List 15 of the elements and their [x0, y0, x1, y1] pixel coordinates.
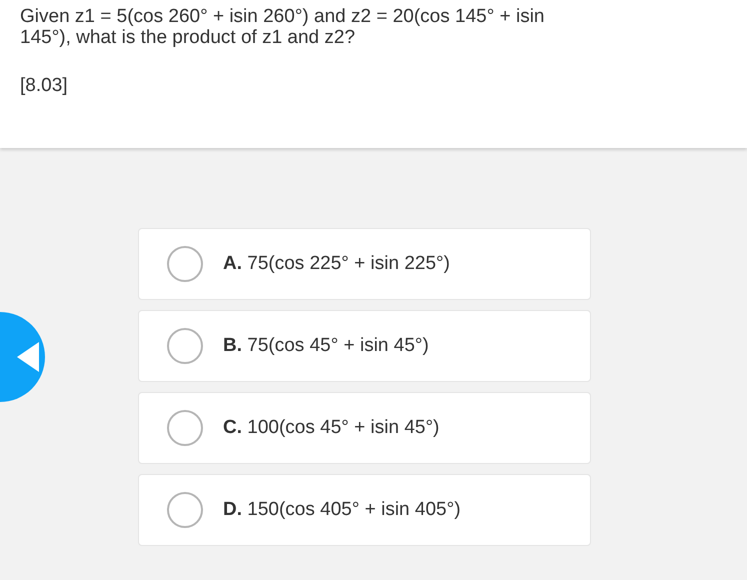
- answer-text: B. 75(cos 45° + isin 45°): [223, 335, 429, 357]
- answer-text: A. 75(cos 225° + isin 225°): [223, 253, 450, 275]
- answer-text: C. 100(cos 45° + isin 45°): [223, 417, 440, 439]
- back-icon: [17, 342, 39, 372]
- answer-option[interactable]: C. 100(cos 45° + isin 45°): [138, 392, 591, 464]
- radio-button[interactable]: [167, 492, 203, 528]
- answer-option[interactable]: B. 75(cos 45° + isin 45°): [138, 310, 591, 382]
- question-code: [8.03]: [20, 75, 69, 97]
- answer-text: D. 150(cos 405° + isin 405°): [223, 499, 461, 521]
- question-text: Given z1 = 5(cos 260° + isin 260°) and z2 = 20(cos 145° + isin 145°), what is the product of z1 and z2?: [20, 6, 546, 48]
- radio-button[interactable]: [167, 410, 203, 446]
- answer-option[interactable]: D. 150(cos 405° + isin 405°): [138, 474, 591, 546]
- radio-button[interactable]: [167, 246, 203, 282]
- radio-button[interactable]: [167, 328, 203, 364]
- answer-option[interactable]: A. 75(cos 225° + isin 225°): [138, 228, 591, 300]
